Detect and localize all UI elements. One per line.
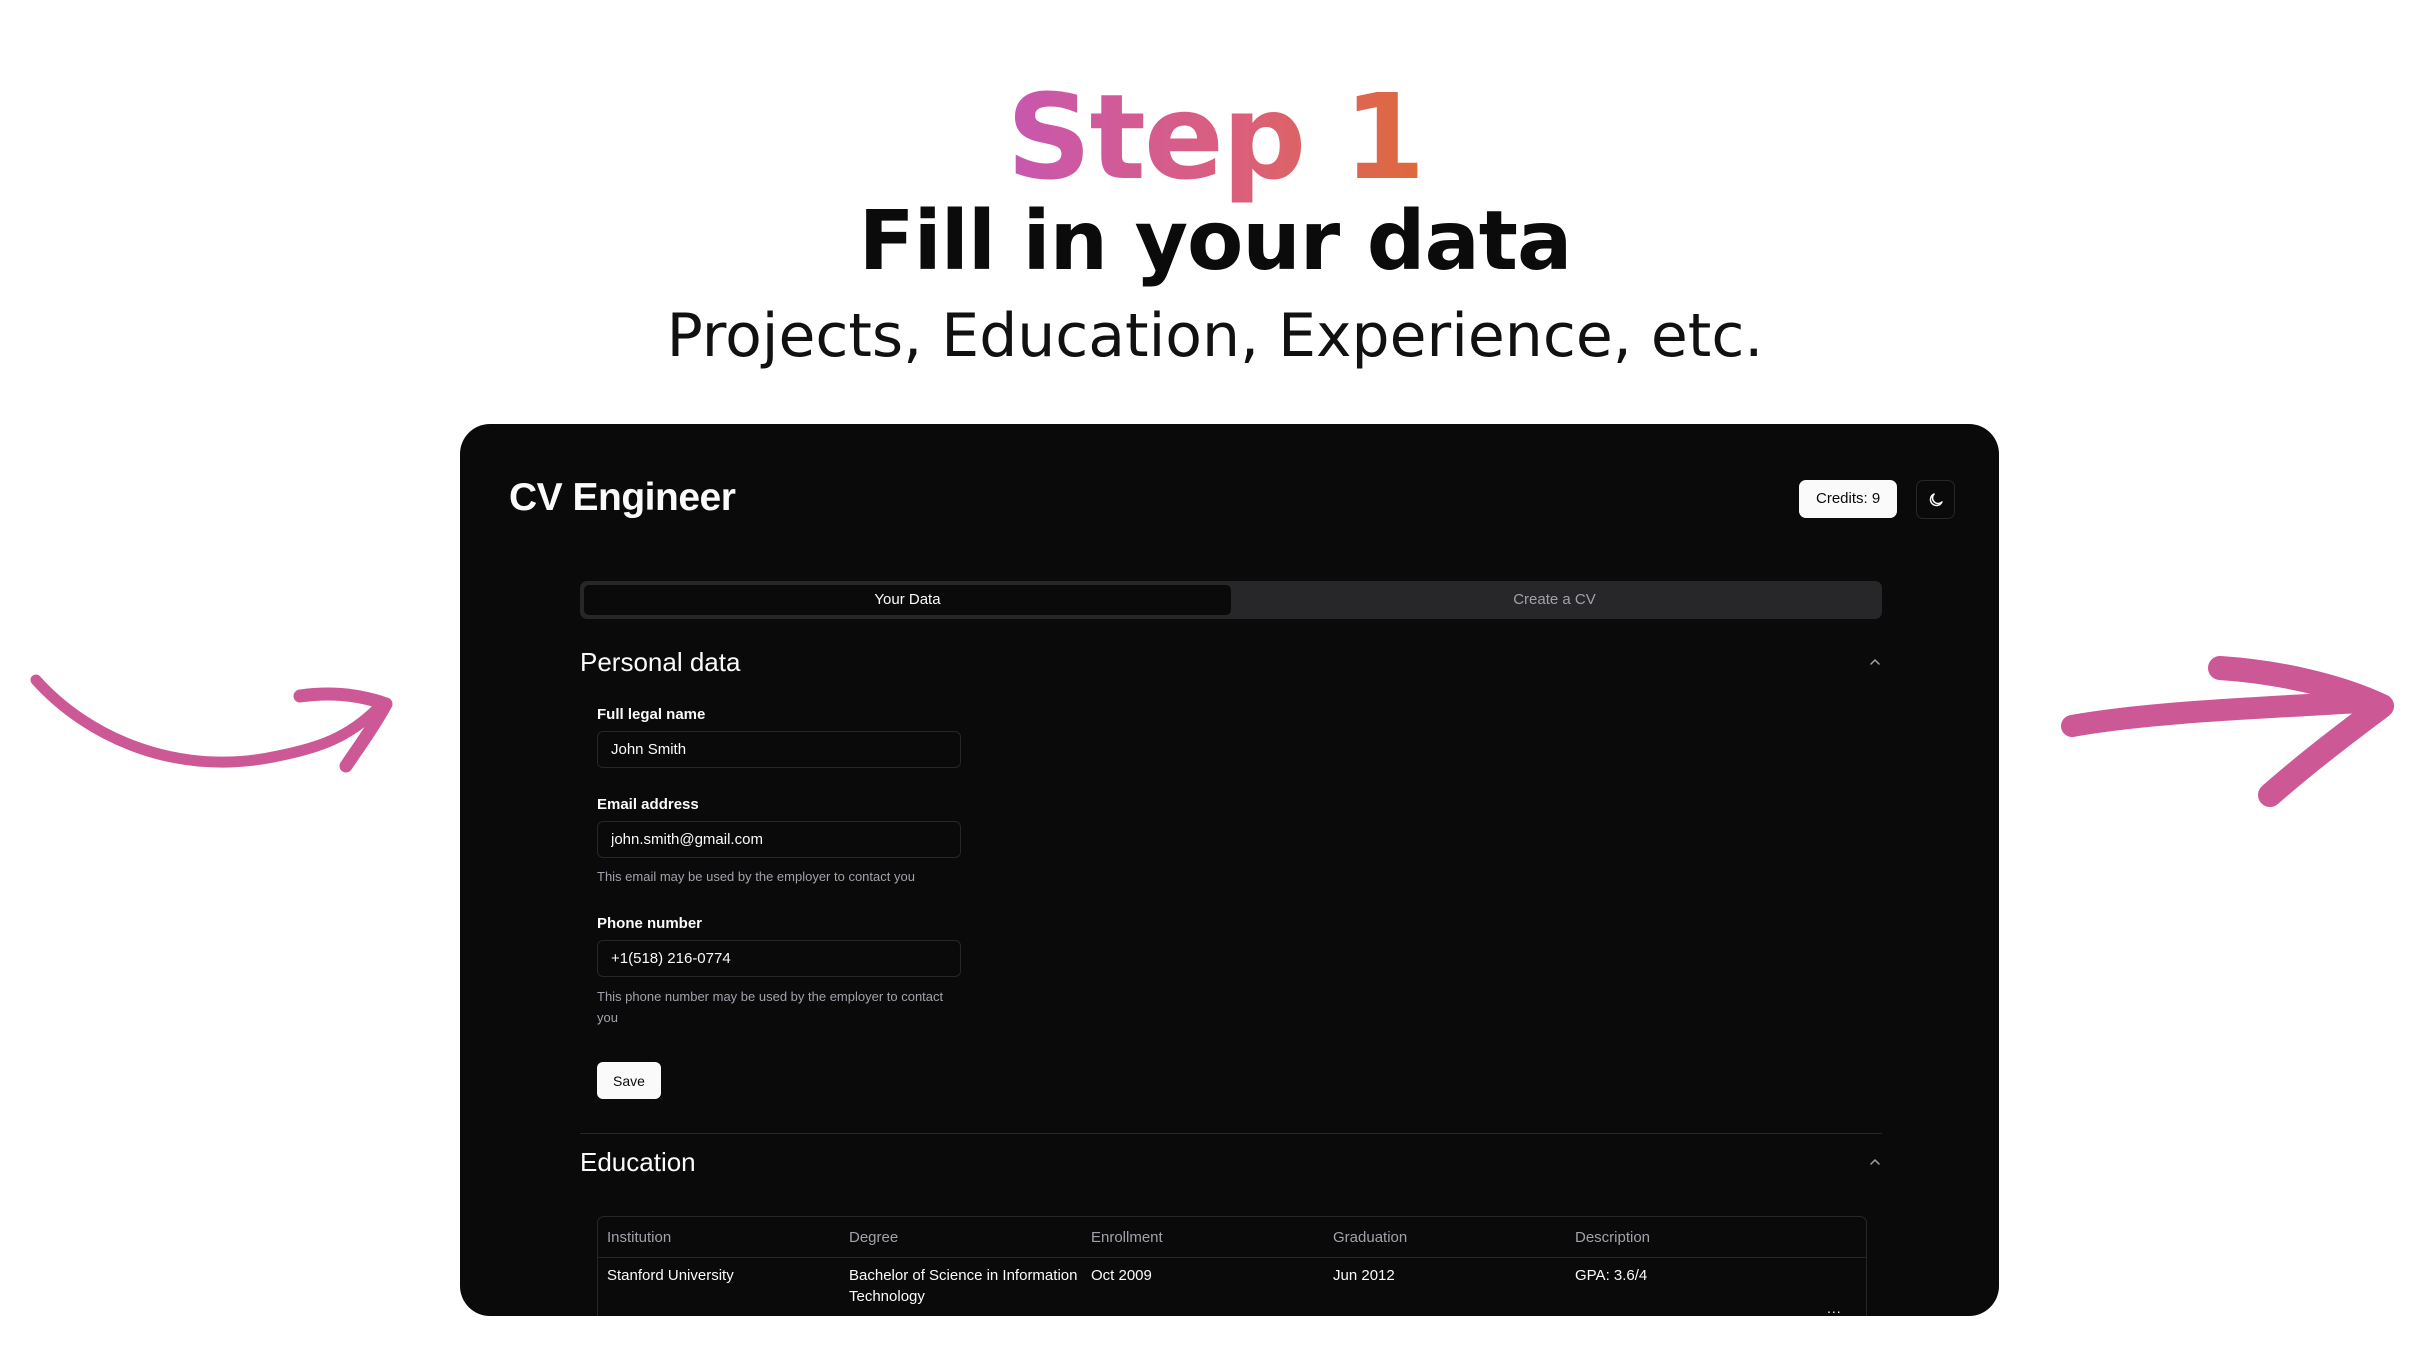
section-divider: [580, 1133, 1882, 1134]
phone-input[interactable]: [597, 940, 961, 977]
full-name-input[interactable]: [597, 731, 961, 768]
tab-your-data[interactable]: Your Data: [584, 585, 1231, 615]
column-header: Graduation: [1333, 1228, 1408, 1246]
education-header[interactable]: Education: [580, 1142, 1882, 1182]
table-cell: Bachelor of Science in Information Techn…: [849, 1267, 1078, 1305]
column-header: Degree: [849, 1228, 899, 1246]
chevron-up-icon: [1870, 1158, 1880, 1165]
row-actions-menu-button[interactable]: ...: [1827, 1300, 1842, 1316]
table-row[interactable]: Stanford University Bachelor of Science …: [598, 1258, 1866, 1307]
table-cell: Oct 2009: [1091, 1267, 1152, 1284]
section-title-personal: Personal data: [580, 646, 741, 677]
phone-help-text: This phone number may be used by the emp…: [597, 989, 944, 1025]
hero-subheading: Projects, Education, Experience, etc.: [666, 301, 1764, 371]
education-table: Institution Degree Enrollment Graduation…: [597, 1216, 1867, 1316]
moon-icon: [1929, 492, 1943, 506]
column-header: Institution: [607, 1228, 672, 1246]
column-header: Enrollment: [1091, 1228, 1163, 1246]
table-header-row: Institution Degree Enrollment Graduation…: [598, 1217, 1866, 1258]
column-header: Description: [1575, 1228, 1651, 1246]
hero-heading: Fill in your data: [858, 194, 1573, 289]
save-button[interactable]: Save: [597, 1062, 661, 1099]
chevron-up-icon: [1870, 658, 1880, 665]
theme-toggle-button[interactable]: [1916, 480, 1955, 519]
table-cell: Stanford University: [607, 1267, 734, 1284]
table-cell: Jun 2012: [1333, 1267, 1395, 1284]
arrow-right-icon: [2061, 656, 2394, 807]
phone-label: Phone number: [597, 915, 703, 932]
tab-create-cv[interactable]: Create a CV: [1231, 585, 1878, 615]
curved-arrow-left-icon: [30, 674, 393, 773]
email-label: Email address: [597, 796, 699, 813]
tab-list: Your Data Create a CV: [580, 581, 1882, 619]
full-name-label: Full legal name: [597, 706, 706, 723]
credits-button[interactable]: Credits: 9: [1799, 480, 1898, 518]
step-title: Step 1: [1006, 68, 1425, 206]
section-title-education: Education: [580, 1146, 696, 1177]
app-title: CV Engineer: [509, 476, 736, 519]
app-window: CV Engineer Credits: 9 Your Data Create …: [460, 424, 1999, 1316]
personal-data-header[interactable]: Personal data: [580, 642, 1882, 682]
table-cell: GPA: 3.6/4: [1575, 1267, 1648, 1284]
email-input[interactable]: [597, 821, 961, 858]
email-help-text: This email may be used by the employer t…: [597, 869, 915, 884]
